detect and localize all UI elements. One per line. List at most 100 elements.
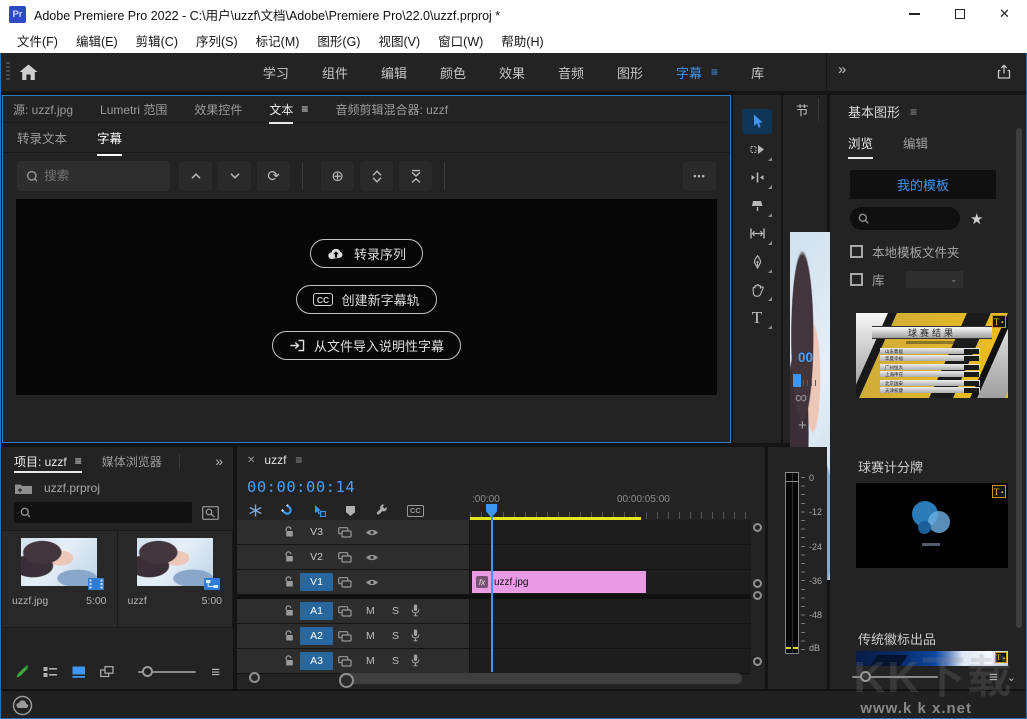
subtab-transcript[interactable]: 转录文本 <box>17 128 67 147</box>
minimize-button[interactable] <box>892 0 937 28</box>
selection-tool[interactable] <box>742 109 772 134</box>
program-mini-timeline[interactable] <box>793 374 819 389</box>
track-content[interactable] <box>470 545 751 569</box>
previous-caption-button[interactable] <box>179 161 212 191</box>
tab-lumetri-scopes[interactable]: Lumetri 范围 <box>100 96 167 122</box>
menu-window[interactable]: 窗口(W) <box>429 31 492 50</box>
sync-lock-icon[interactable] <box>338 631 352 642</box>
menu-file[interactable]: 文件(F) <box>8 31 67 50</box>
insert-nest-icon[interactable] <box>249 504 262 517</box>
tab-browse[interactable]: 浏览 <box>848 133 873 152</box>
freeform-view-icon[interactable] <box>100 666 115 678</box>
next-caption-button[interactable] <box>218 161 251 191</box>
button-editor-icon[interactable]: + <box>798 417 807 434</box>
sync-lock-icon[interactable] <box>338 656 352 667</box>
track-height-handle[interactable] <box>753 657 762 666</box>
captions-search-input[interactable] <box>44 169 161 183</box>
menu-graphics[interactable]: 图形(G) <box>308 31 369 50</box>
hamburger-icon[interactable]: ≡ <box>711 65 718 79</box>
workspace-overflow-button[interactable]: » <box>838 61 846 78</box>
workspace-tab-graphics[interactable]: 图形 <box>617 63 643 82</box>
track-lock-icon[interactable] <box>284 526 295 538</box>
find-in-project-button[interactable] <box>200 504 221 522</box>
sequence-tab-label[interactable]: uzzf <box>264 453 286 467</box>
voiceover-mic-icon[interactable] <box>411 604 420 617</box>
breadcrumb-label[interactable]: uzzf.prproj <box>44 481 100 495</box>
icon-view-icon[interactable] <box>72 666 85 678</box>
tab-text-active[interactable]: 文本 ≡ <box>269 96 308 122</box>
pen-tool[interactable] <box>742 249 772 274</box>
solo-button[interactable]: S <box>392 605 399 617</box>
star-filter-icon[interactable]: ★ <box>970 210 983 228</box>
subtab-captions[interactable]: 字幕 <box>97 128 122 147</box>
workspace-tab-libraries[interactable]: 库 <box>751 63 764 82</box>
track-label-targeted[interactable]: A1 <box>300 602 333 620</box>
template-search-input[interactable] <box>874 212 954 226</box>
libraries-dropdown[interactable]: ⌄ <box>906 271 963 288</box>
track-height-handle[interactable] <box>753 591 762 600</box>
program-tab-label[interactable]: 节 <box>796 100 809 119</box>
menu-edit[interactable]: 编辑(E) <box>67 31 127 50</box>
type-tool[interactable]: T <box>742 305 772 330</box>
writable-pencil-icon[interactable] <box>15 665 28 679</box>
create-caption-track-button[interactable]: CC 创建新字幕轨 <box>296 285 436 314</box>
slider-knob[interactable] <box>860 671 871 682</box>
merge-caption-button[interactable] <box>399 161 432 191</box>
workspace-tab-effects[interactable]: 效果 <box>499 63 525 82</box>
template-card-partial[interactable]: T <box>856 651 1008 666</box>
track-height-handle[interactable] <box>753 579 762 588</box>
track-content[interactable] <box>470 599 751 623</box>
timeline-settings-wrench-icon[interactable] <box>375 504 388 517</box>
track-lock-icon[interactable] <box>284 605 295 617</box>
hamburger-icon[interactable]: ≡ <box>75 454 82 468</box>
slider-knob[interactable] <box>142 666 153 677</box>
template-card-scoreboard[interactable]: 球赛结果 山东鲁能 华夏幸福 广州恒大 上海申花 北京国安 天津权健 T <box>856 313 1008 398</box>
mute-button[interactable]: M <box>366 605 375 617</box>
playback-resolution-icon[interactable]: ∞ <box>795 388 807 408</box>
template-search-box[interactable] <box>850 207 960 230</box>
slip-tool[interactable] <box>742 221 772 246</box>
list-view-icon[interactable] <box>43 666 57 678</box>
captions-search-box[interactable] <box>17 161 170 191</box>
timeline-horizontal-scrollbar[interactable] <box>339 673 742 684</box>
hamburger-icon[interactable]: ≡ <box>989 669 998 686</box>
track-label[interactable]: V3 <box>300 523 333 541</box>
menu-help[interactable]: 帮助(H) <box>492 31 552 50</box>
sync-lock-icon[interactable] <box>338 577 352 588</box>
menu-sequence[interactable]: 序列(S) <box>187 31 247 50</box>
workspace-tab-audio[interactable]: 音频 <box>558 63 584 82</box>
workspace-tab-editing[interactable]: 编辑 <box>381 63 407 82</box>
linked-selection-icon[interactable] <box>313 505 326 517</box>
tab-edit[interactable]: 编辑 <box>903 133 928 152</box>
project-zoom-slider[interactable] <box>138 671 196 673</box>
track-lock-icon[interactable] <box>284 630 295 642</box>
project-search-box[interactable] <box>14 502 192 523</box>
hamburger-icon[interactable]: ≡ <box>301 102 308 116</box>
tab-media-browser[interactable]: 媒体浏览器 <box>102 447 162 475</box>
work-area-bar[interactable] <box>470 517 641 520</box>
tab-project-active[interactable]: 项目: uzzf ≡ <box>14 447 82 475</box>
track-label-targeted[interactable]: A3 <box>300 652 333 670</box>
project-search-input[interactable] <box>35 506 192 520</box>
folder-up-icon[interactable] <box>14 482 33 495</box>
scrollbar[interactable] <box>1016 128 1022 628</box>
track-content[interactable] <box>470 624 751 648</box>
track-content[interactable] <box>470 520 751 544</box>
solo-button[interactable]: S <box>392 630 399 642</box>
transcribe-sequence-button[interactable]: 转录序列 <box>310 239 423 268</box>
hand-tool[interactable] <box>742 277 772 302</box>
template-name[interactable]: 传统徽标出品 <box>858 629 936 648</box>
my-templates-dropdown[interactable]: 我的模板 <box>850 170 996 199</box>
mute-button[interactable]: M <box>366 630 375 642</box>
add-marker-icon[interactable] <box>345 505 356 517</box>
add-caption-button[interactable]: ⊕ <box>321 161 354 191</box>
home-button[interactable] <box>18 63 39 82</box>
track-content[interactable] <box>470 649 751 673</box>
sync-lock-icon[interactable] <box>338 527 352 538</box>
project-item-clip[interactable]: uzzf.jpg 5:00 <box>2 531 118 627</box>
chevron-down-icon[interactable]: ⌄ <box>1007 671 1016 684</box>
workspace-tab-color[interactable]: 颜色 <box>440 63 466 82</box>
maximize-button[interactable] <box>937 0 982 28</box>
tab-audio-clip-mixer[interactable]: 音频剪辑混合器: uzzf <box>335 96 448 122</box>
solo-button[interactable]: S <box>392 655 399 667</box>
